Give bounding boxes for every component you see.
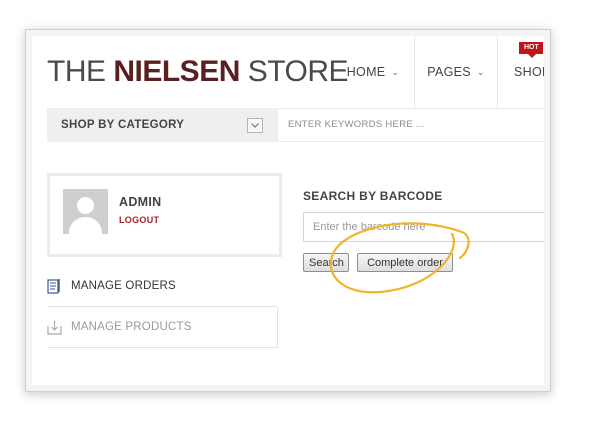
nav-pages[interactable]: PAGES ⌄ <box>415 36 498 108</box>
browser-window: THE NIELSEN STORE HOME ⌄ PAGES ⌄ SHOP HO… <box>25 29 551 392</box>
keyword-search <box>278 108 544 142</box>
page-viewport: THE NIELSEN STORE HOME ⌄ PAGES ⌄ SHOP HO… <box>32 36 544 385</box>
menu-manage-orders-label: MANAGE ORDERS <box>71 280 176 292</box>
menu-manage-products[interactable]: MANAGE PRODUCTS <box>47 307 278 348</box>
nav-pages-label: PAGES <box>427 65 471 79</box>
download-box-icon <box>47 320 62 335</box>
hot-badge: HOT <box>519 42 543 58</box>
avatar-body <box>69 217 102 234</box>
logout-link[interactable]: LOGOUT <box>119 215 159 225</box>
barcode-input[interactable] <box>303 212 544 242</box>
chevron-down-icon[interactable] <box>247 118 263 133</box>
complete-order-button[interactable]: Complete order <box>357 253 453 272</box>
logo-prefix: THE <box>47 55 114 88</box>
nav-home[interactable]: HOME ⌄ <box>332 36 415 108</box>
main-nav: HOME ⌄ PAGES ⌄ SHOP HOT <box>332 36 544 108</box>
shop-by-category-bar[interactable]: SHOP BY CATEGORY <box>47 108 278 142</box>
store-logo[interactable]: THE NIELSEN STORE <box>47 54 349 90</box>
menu-manage-products-label: MANAGE PRODUCTS <box>71 321 192 333</box>
avatar <box>63 189 108 234</box>
logo-strong: NIELSEN <box>113 55 240 88</box>
barcode-title: SEARCH BY BARCODE <box>303 189 443 203</box>
chevron-down-icon: ⌄ <box>391 66 400 77</box>
chevron-down-icon: ⌄ <box>476 66 485 77</box>
user-name: ADMIN <box>119 195 162 209</box>
menu-manage-orders[interactable]: MANAGE ORDERS <box>47 266 277 307</box>
avatar-head <box>77 197 94 214</box>
keyword-search-input[interactable] <box>288 109 538 139</box>
search-button[interactable]: Search <box>303 253 349 272</box>
orders-list-icon <box>47 279 60 294</box>
category-label: SHOP BY CATEGORY <box>61 119 185 131</box>
nav-home-label: HOME <box>346 65 386 79</box>
nav-shop-label: SHOP <box>514 65 544 79</box>
user-card: ADMIN LOGOUT <box>47 173 282 257</box>
